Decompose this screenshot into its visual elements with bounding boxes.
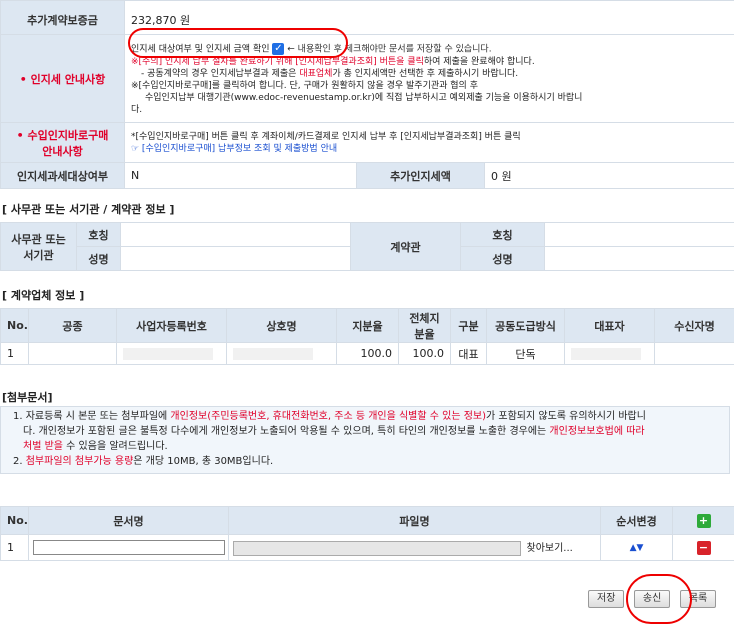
contract-officer-name-label: 성명 xyxy=(460,246,545,271)
revenue-label-2: 안내사항 xyxy=(42,144,83,158)
redacted-company-name xyxy=(233,348,313,360)
remove-row-icon[interactable]: − xyxy=(696,540,711,555)
note1-a: 1. 자료등록 시 본문 또는 첨부파일에 xyxy=(13,411,171,422)
attach-col-file-name: 파일명 xyxy=(228,506,601,535)
col-joint-method: 공동도급방식 xyxy=(486,308,565,343)
notice-line2-c: 가 총 인지세액만 선택한 후 제출하시기 바랍니다. xyxy=(332,68,519,79)
file-name-field xyxy=(233,540,521,556)
save-button[interactable]: 저장 xyxy=(588,590,625,608)
browse-button[interactable]: 찾아보기... xyxy=(527,543,573,554)
officer-section-title: [ 사무관 또는 서기관 / 계약관 정보 ] xyxy=(2,203,175,216)
attach-file-cell: 찾아보기... xyxy=(228,534,601,561)
officer-name-label: 성명 xyxy=(76,246,121,271)
contract-officer-title-value xyxy=(544,222,734,247)
col-company-name: 상호명 xyxy=(226,308,337,343)
company-section-title: [ 계약업체 정보 ] xyxy=(2,289,85,302)
stamp-notice-label-text: 인지세 안내사항 xyxy=(30,72,106,86)
contract-info-table: 추가계약보증금 232,870 원 • 인지세 안내사항 인지세 대상여부 및 … xyxy=(0,0,734,189)
attach-doc-name-cell xyxy=(28,534,229,561)
row-share: 100.0 xyxy=(336,342,399,365)
officer-label-1: 사무관 또는 xyxy=(11,232,66,246)
notice-line4: 수입인지납부 대행기관(www.edoc-revenuestamp.or.kr)… xyxy=(145,92,583,103)
revenue-guide-link[interactable]: ☞ [수입인지바로구매] 납부정보 조회 및 제출방법 안내 xyxy=(131,143,728,155)
row-biz-no xyxy=(116,342,227,365)
contract-officer-title-label: 호칭 xyxy=(460,222,545,247)
notice-line2-b: 대표업체 xyxy=(299,68,333,79)
officer-title-label: 호칭 xyxy=(76,222,121,247)
notice-line1-c: 버튼을 클릭 xyxy=(376,56,424,67)
col-type: 구분 xyxy=(450,308,487,343)
revenue-stamp-content: *[수입인지바로구매] 버튼 클릭 후 계좌이체/카드결제로 인지세 납부 후 … xyxy=(123,122,734,163)
officer-table: 사무관 또는서기관 호칭 계약관 호칭 성명 성명 xyxy=(0,222,734,271)
col-total-share: 전체지분율 xyxy=(398,308,451,343)
note1-f: 처벌 받을 xyxy=(23,441,63,452)
note2-b: 첨부파일의 첨부가능 용량 xyxy=(25,456,134,467)
col-recipient: 수신자명 xyxy=(654,308,734,343)
col-biz-no: 사업자등록번호 xyxy=(116,308,227,343)
stamp-tax-target-label: 인지세과세대상여부 xyxy=(0,162,125,189)
revenue-line1: *[수입인지바로구매] 버튼 클릭 후 계좌이체/카드결제로 인지세 납부 후 … xyxy=(131,131,521,142)
add-stamp-value: 0 원 xyxy=(483,162,734,189)
attach-col-no: No. xyxy=(0,506,29,535)
row-company-name xyxy=(226,342,337,365)
officer-title-value xyxy=(120,222,351,247)
notice-line2-a: - 공동계약의 경우 인지세납부결과 제출은 xyxy=(141,68,300,79)
stamp-tax-target-value: N xyxy=(124,162,357,189)
revenue-stamp-label: • 수입인지바로구매 안내사항 xyxy=(0,122,125,163)
note1-d: 다. 개인정보가 포함된 글은 불특정 다수에게 개인정보가 노출되어 악용될 … xyxy=(23,426,550,437)
row-joint-method: 단독 xyxy=(486,342,565,365)
company-table: No. 공종 사업자등록번호 상호명 지분율 전체지분율 구분 공동도급방식 대… xyxy=(0,308,734,365)
note2-c: 은 개당 10MB, 총 30MB입니다. xyxy=(133,456,274,467)
officer-name-value xyxy=(120,246,351,271)
add-row-icon[interactable]: + xyxy=(696,513,711,528)
row-rep xyxy=(564,342,655,365)
annotation-circle-send xyxy=(626,574,692,624)
col-share: 지분율 xyxy=(336,308,399,343)
row-recipient xyxy=(654,342,734,365)
col-no: No. xyxy=(0,308,29,343)
attach-col-add: + xyxy=(672,506,734,535)
notice-line5: 다. xyxy=(131,104,143,115)
note1-b: 개인정보(주민등록번호, 휴대전화번호, 주소 등 개인을 식별할 수 있는 정… xyxy=(170,411,487,422)
row-total-share: 100.0 xyxy=(398,342,451,365)
attach-notes: 1. 자료등록 시 본문 또는 첨부파일에 개인정보(주민등록번호, 휴대전화번… xyxy=(0,406,730,474)
attach-col-order: 순서변경 xyxy=(600,506,673,535)
row-type: 대표 xyxy=(450,342,487,365)
stamp-notice-label: • 인지세 안내사항 xyxy=(0,34,125,123)
officer-label-2: 서기관 xyxy=(23,248,54,262)
attach-col-doc-name: 문서명 xyxy=(28,506,229,535)
notice-line1-a: ※[주의] 인지세 납부 절차를 완료하기 위해 xyxy=(131,56,296,67)
note1-c: 가 포함되지 않도록 유의하시기 바랍니 xyxy=(486,411,646,422)
row-no: 1 xyxy=(0,342,29,365)
revenue-label-1: 수입인지바로구매 xyxy=(27,128,109,142)
add-guarantee-label: 추가계약보증금 xyxy=(0,0,125,35)
notice-line1-b: [인지세납부결과조회] xyxy=(295,56,377,67)
attach-remove-cell: − xyxy=(672,534,734,561)
attach-section-title: [첨부문서] xyxy=(2,391,53,404)
order-change-arrows[interactable]: ▲▼ xyxy=(600,534,673,561)
col-rep: 대표자 xyxy=(564,308,655,343)
col-work-type: 공종 xyxy=(28,308,117,343)
attach-row-no: 1 xyxy=(0,534,29,561)
contract-officer-label: 계약관 xyxy=(350,222,461,271)
add-stamp-label: 추가인지세액 xyxy=(356,162,485,189)
annotation-circle-checkbox xyxy=(128,28,348,58)
row-work-type xyxy=(28,342,117,365)
notice-line3: ※[수입인지바로구매]를 클릭하여 합니다. 단, 구매가 원활하지 않을 경우… xyxy=(131,80,478,91)
officer-label: 사무관 또는서기관 xyxy=(0,222,77,271)
note1-g: 수 있음을 알려드립니다. xyxy=(62,441,168,452)
notice-line1-d: 하여 제출을 완료해야 합니다. xyxy=(423,56,535,67)
redacted-rep xyxy=(571,348,641,360)
redacted-biz-no xyxy=(123,348,213,360)
doc-name-input[interactable] xyxy=(33,540,225,555)
table-row: 1 100.0 100.0 대표 단독 xyxy=(0,342,734,365)
contract-officer-name-value xyxy=(544,246,734,271)
note2-a: 2. xyxy=(13,456,26,467)
attach-table: No. 문서명 파일명 순서변경 + 1 찾아보기... ▲▼ − xyxy=(0,506,734,561)
table-row: 1 찾아보기... ▲▼ − xyxy=(0,534,734,561)
note1-e: 개인정보보호법에 따라 xyxy=(549,426,645,437)
